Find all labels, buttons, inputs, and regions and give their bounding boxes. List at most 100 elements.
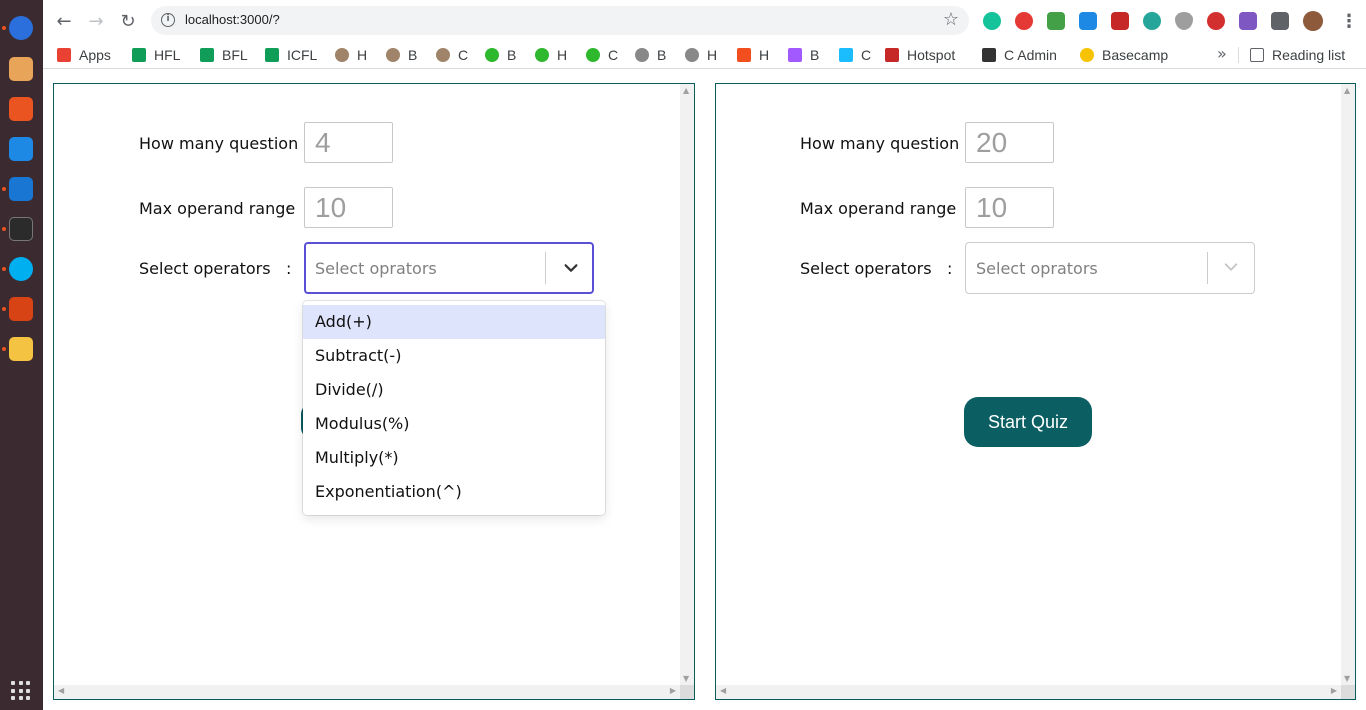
jenkins-icon — [436, 48, 450, 62]
bookmark-star-icon[interactable]: ☆ — [943, 9, 959, 30]
chevron-down-icon[interactable] — [1222, 258, 1240, 276]
bookmark-item[interactable]: ICFL — [265, 45, 317, 65]
bookmarks-divider — [1238, 47, 1239, 63]
range-input[interactable]: 10 — [965, 187, 1054, 228]
scroll-left-icon[interactable]: ◀ — [58, 686, 64, 695]
option-modulus[interactable]: Modulus(%) — [303, 407, 605, 441]
jenkins-icon — [335, 48, 349, 62]
questions-input[interactable]: 4 — [304, 122, 393, 163]
back-icon[interactable]: ← — [51, 8, 77, 34]
vpn-icon[interactable] — [1207, 12, 1225, 30]
hotspot-icon — [885, 48, 899, 62]
option-add[interactable]: Add(+) — [303, 305, 605, 339]
operators-select[interactable]: Select oprators — [965, 242, 1255, 294]
range-input[interactable]: 10 — [304, 187, 393, 228]
thunderbird-icon[interactable] — [9, 16, 33, 40]
range-colon: : — [286, 199, 292, 218]
extension-badge-icon[interactable] — [1143, 12, 1161, 30]
scroll-up-icon[interactable]: ▲ — [683, 86, 689, 95]
scroll-left-icon[interactable]: ◀ — [720, 686, 726, 695]
bookmark-item[interactable]: B — [485, 45, 516, 65]
address-bar[interactable]: i localhost:3000/? ☆ — [151, 6, 969, 35]
option-multiply[interactable]: Multiply(*) — [303, 441, 605, 475]
shield-app-icon[interactable] — [9, 137, 33, 161]
bookmark-cadmin[interactable]: C Admin — [982, 45, 1057, 65]
forward-icon[interactable]: → — [83, 8, 109, 34]
bookmark-item[interactable]: H — [737, 45, 769, 65]
start-quiz-button[interactable]: Start Quiz — [964, 397, 1092, 447]
running-indicator-icon — [2, 26, 6, 30]
privacy-shield-icon[interactable] — [1175, 12, 1193, 30]
mail-check-icon[interactable] — [1047, 12, 1065, 30]
scroll-right-icon[interactable]: ▶ — [670, 686, 676, 695]
option-subtract[interactable]: Subtract(-) — [303, 339, 605, 373]
scroll-down-icon[interactable]: ▼ — [1344, 674, 1350, 683]
vscode-icon[interactable] — [9, 177, 33, 201]
bookmark-item[interactable]: C — [839, 45, 871, 65]
chevron-down-icon[interactable] — [562, 259, 580, 277]
sheets-icon — [132, 48, 146, 62]
browser-toolbar: ← → ↻ i localhost:3000/? ☆ ⋮ — [43, 0, 1366, 41]
tab-counter-icon[interactable] — [1239, 12, 1257, 30]
adblock-icon[interactable] — [1015, 12, 1033, 30]
screen-share-icon[interactable] — [1079, 12, 1097, 30]
sheets-icon — [265, 48, 279, 62]
scroll-up-icon[interactable]: ▲ — [1344, 86, 1350, 95]
option-divide[interactable]: Divide(/) — [303, 373, 605, 407]
ubuntu-dock — [0, 0, 43, 710]
bookmark-item[interactable]: H — [535, 45, 567, 65]
range-label: Max operand range — [139, 199, 296, 218]
vertical-scrollbar[interactable]: ▲ ▼ — [1341, 84, 1355, 685]
site-info-icon[interactable]: i — [161, 13, 175, 27]
mcafee-icon[interactable] — [1111, 12, 1129, 30]
url-text[interactable]: localhost:3000/? — [185, 12, 280, 27]
option-exponentiation[interactable]: Exponentiation(^) — [303, 475, 605, 509]
bookmark-item[interactable]: H — [685, 45, 717, 65]
scroll-right-icon[interactable]: ▶ — [1331, 686, 1337, 695]
bookmark-item[interactable]: B — [635, 45, 666, 65]
apps-grid-icon — [57, 48, 71, 62]
files-icon[interactable] — [9, 57, 33, 81]
jenkins-icon — [386, 48, 400, 62]
profile-avatar[interactable] — [1303, 11, 1323, 31]
running-indicator-icon — [2, 187, 6, 191]
bookmark-item[interactable]: C — [436, 45, 468, 65]
figma-icon — [839, 48, 853, 62]
text-editor-icon[interactable] — [9, 337, 33, 361]
operators-select[interactable]: Select oprators — [304, 242, 594, 294]
scroll-down-icon[interactable]: ▼ — [683, 674, 689, 683]
bookmark-item[interactable]: C — [586, 45, 618, 65]
reload-icon[interactable]: ↻ — [115, 8, 141, 34]
bookmark-item[interactable]: B — [788, 45, 819, 65]
bookmark-basecamp[interactable]: Basecamp — [1080, 45, 1168, 65]
bookmark-apps[interactable]: Apps — [57, 45, 111, 65]
bookmark-item[interactable]: HFL — [132, 45, 180, 65]
reading-list-button[interactable]: Reading list — [1250, 45, 1345, 65]
sheets-icon — [200, 48, 214, 62]
chrome-menu-icon[interactable]: ⋮ — [1340, 11, 1358, 32]
more-bookmarks-icon[interactable]: » — [1217, 44, 1227, 63]
select-separator — [1207, 252, 1208, 284]
questions-label: How many question : — [800, 134, 970, 153]
terminal-icon[interactable] — [9, 217, 33, 241]
scrollbar-corner — [1341, 685, 1355, 699]
questions-input[interactable]: 20 — [965, 122, 1054, 163]
horizontal-scrollbar[interactable]: ◀ ▶ — [54, 685, 680, 699]
running-indicator-icon — [2, 267, 6, 271]
bookmark-hotspot[interactable]: Hotspot — [885, 45, 955, 65]
grammarly-icon[interactable] — [983, 12, 1001, 30]
horizontal-scrollbar[interactable]: ◀ ▶ — [716, 685, 1341, 699]
range-colon: : — [947, 199, 953, 218]
bookmark-item[interactable]: H — [335, 45, 367, 65]
skype-icon[interactable] — [9, 257, 33, 281]
extensions-puzzle-icon[interactable] — [1271, 12, 1289, 30]
right-quiz-frame: How many question : 20 Max operand range… — [715, 83, 1356, 700]
show-applications-icon[interactable] — [11, 681, 31, 701]
vertical-scrollbar[interactable]: ▲ ▼ — [680, 84, 694, 685]
bookmark-item[interactable]: B — [386, 45, 417, 65]
operators-colon: : — [947, 259, 953, 278]
settings-tool-icon[interactable] — [9, 297, 33, 321]
operators-label: Select operators — [139, 259, 271, 278]
software-center-icon[interactable] — [9, 97, 33, 121]
bookmark-item[interactable]: BFL — [200, 45, 248, 65]
